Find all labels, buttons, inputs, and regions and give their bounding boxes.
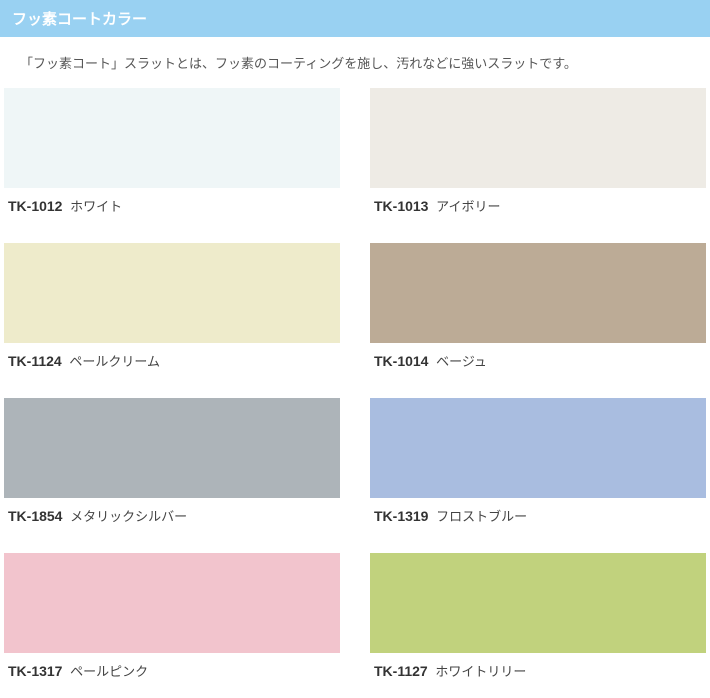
- swatch-item: TK-1013 アイボリー: [370, 88, 706, 223]
- color-swatch: [370, 243, 706, 343]
- swatch-item: TK-1319 フロストブルー: [370, 398, 706, 533]
- color-swatch: [370, 88, 706, 188]
- swatch-name: ペールクリーム: [69, 354, 160, 369]
- swatch-name: ホワイト: [70, 199, 122, 214]
- description-text: 「フッ素コート」スラットとは、フッ素のコーティングを施し、汚れなどに強いスラット…: [20, 56, 577, 71]
- color-swatch: [4, 243, 340, 343]
- swatch-code: TK-1012: [8, 198, 62, 214]
- color-swatch: [4, 398, 340, 498]
- swatch-name: メタリックシルバー: [70, 509, 187, 524]
- swatch-code: TK-1319: [374, 508, 428, 524]
- swatch-label: TK-1317 ペールピンク: [4, 653, 340, 688]
- swatch-item: TK-1124 ペールクリーム: [4, 243, 340, 378]
- swatch-name: アイボリー: [436, 199, 500, 214]
- section-title: フッ素コートカラー: [12, 11, 147, 28]
- swatch-label: TK-1013 アイボリー: [370, 188, 706, 223]
- swatch-grid: TK-1012 ホワイト TK-1013 アイボリー TK-1124 ペールクリ…: [0, 88, 710, 698]
- swatch-label: TK-1319 フロストブルー: [370, 498, 706, 533]
- swatch-code: TK-1124: [8, 353, 62, 369]
- swatch-name: ベージュ: [436, 354, 487, 369]
- swatch-label: TK-1014 ベージュ: [370, 343, 706, 378]
- swatch-label: TK-1012 ホワイト: [4, 188, 340, 223]
- section-header: フッ素コートカラー: [0, 0, 710, 37]
- swatch-item: TK-1014 ベージュ: [370, 243, 706, 378]
- swatch-code: TK-1127: [374, 663, 428, 679]
- color-swatch: [4, 553, 340, 653]
- swatch-name: フロストブルー: [436, 509, 527, 524]
- swatch-code: TK-1014: [374, 353, 428, 369]
- swatch-code: TK-1317: [8, 663, 62, 679]
- swatch-code: TK-1854: [8, 508, 62, 524]
- section-description: 「フッ素コート」スラットとは、フッ素のコーティングを施し、汚れなどに強いスラット…: [0, 37, 710, 88]
- color-swatch: [4, 88, 340, 188]
- swatch-label: TK-1124 ペールクリーム: [4, 343, 340, 378]
- swatch-label: TK-1854 メタリックシルバー: [4, 498, 340, 533]
- swatch-name: ホワイトリリー: [435, 664, 526, 679]
- color-swatch: [370, 398, 706, 498]
- color-swatch: [370, 553, 706, 653]
- swatch-item: TK-1127 ホワイトリリー: [370, 553, 706, 688]
- swatch-item: TK-1854 メタリックシルバー: [4, 398, 340, 533]
- swatch-label: TK-1127 ホワイトリリー: [370, 653, 706, 688]
- swatch-code: TK-1013: [374, 198, 428, 214]
- swatch-item: TK-1317 ペールピンク: [4, 553, 340, 688]
- swatch-item: TK-1012 ホワイト: [4, 88, 340, 223]
- swatch-name: ペールピンク: [70, 664, 148, 679]
